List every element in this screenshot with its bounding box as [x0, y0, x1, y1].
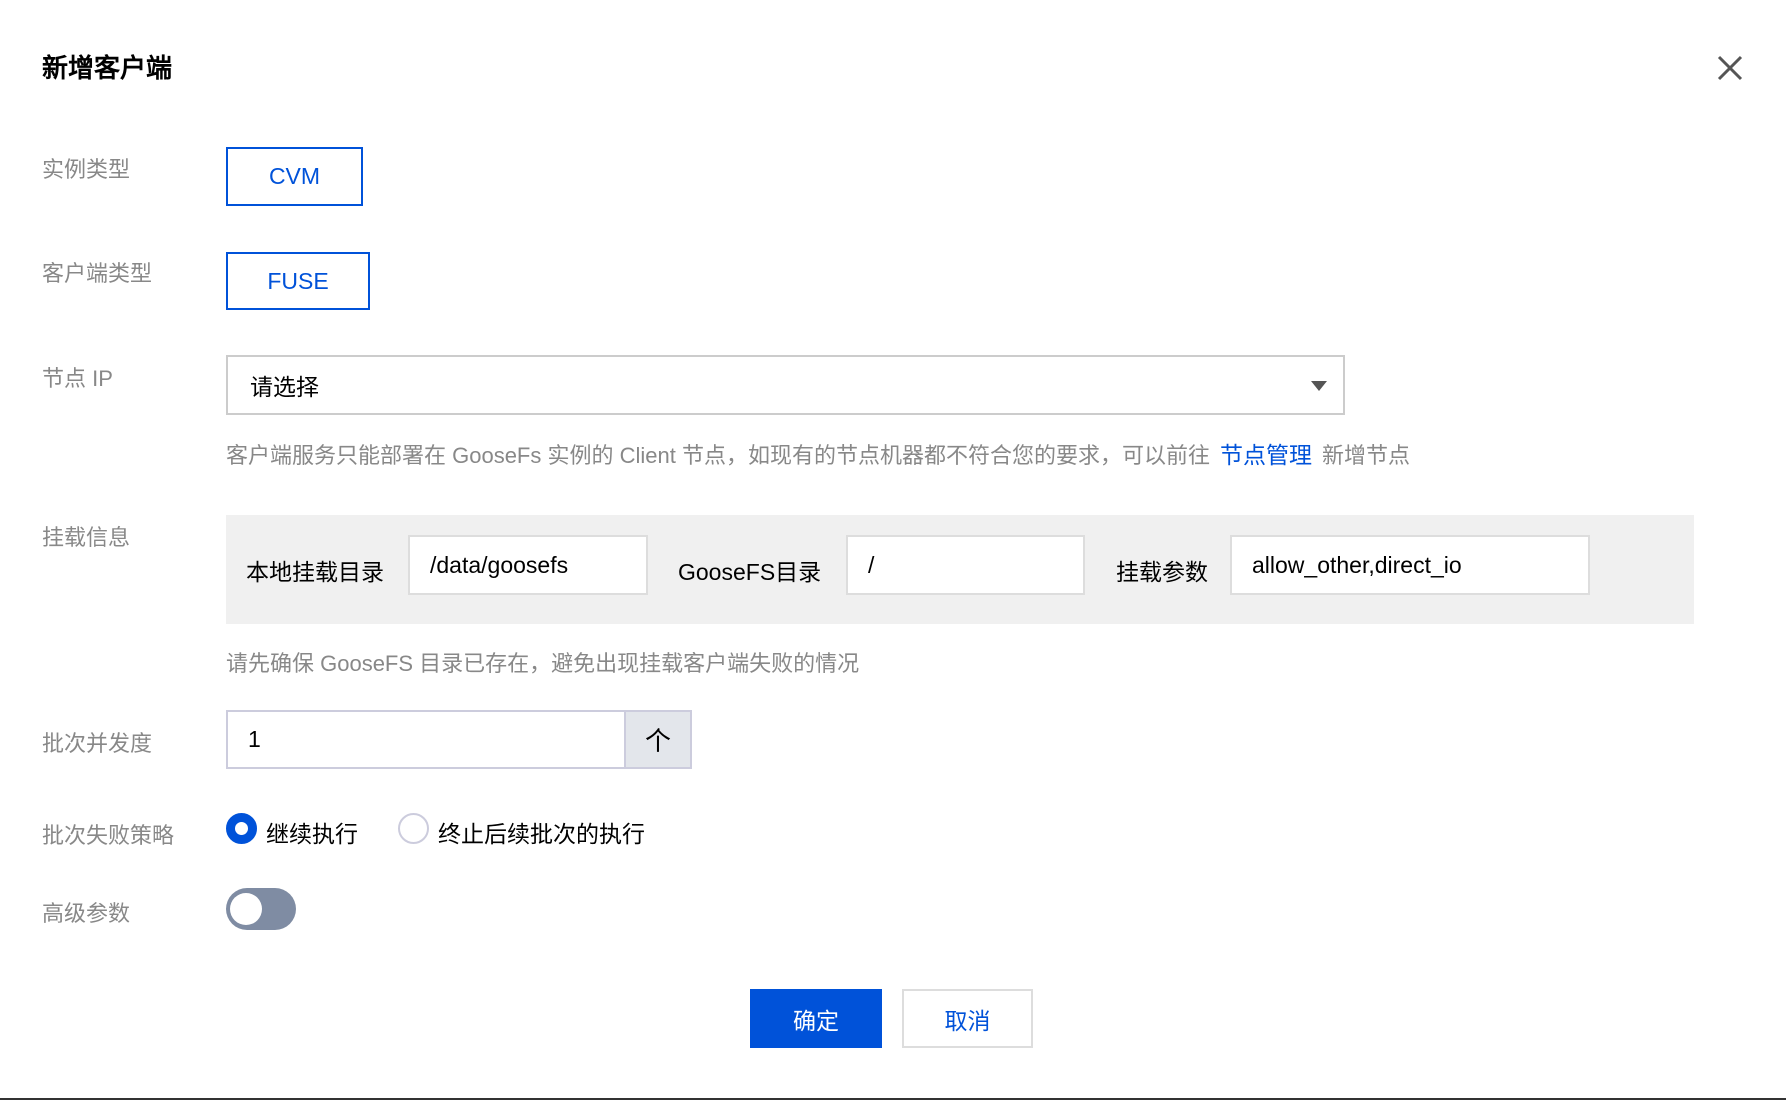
goosefs-dir-label: GooseFS目录 — [678, 559, 822, 585]
cancel-button[interactable]: 取消 — [902, 989, 1033, 1048]
concurrency-stepper: 1 个 — [226, 710, 692, 769]
mount-info-panel: 本地挂载目录 /data/goosefs GooseFS目录 / 挂载参数 al… — [226, 515, 1694, 624]
instance-type-label: 实例类型 — [42, 157, 131, 182]
advanced-params-label: 高级参数 — [42, 901, 131, 926]
confirm-button[interactable]: 确定 — [750, 989, 882, 1048]
toggle-knob — [230, 893, 262, 925]
node-ip-select[interactable]: 请选择 — [226, 355, 1345, 415]
instance-type-cvm-button[interactable]: CVM — [226, 147, 363, 206]
advanced-params-toggle[interactable] — [226, 888, 296, 930]
concurrency-input[interactable]: 1 — [228, 712, 624, 767]
local-dir-label: 本地挂载目录 — [246, 559, 384, 585]
close-icon[interactable] — [1712, 50, 1748, 86]
node-management-link[interactable]: 节点管理 — [1220, 442, 1312, 468]
mount-params-input[interactable]: allow_other,direct_io — [1230, 535, 1590, 595]
node-ip-hint: 客户端服务只能部署在 GooseFs 实例的 Client 节点，如现有的节点机… — [226, 436, 1410, 470]
radio-continue-label[interactable]: 继续执行 — [266, 815, 358, 849]
client-type-fuse-button[interactable]: FUSE — [226, 252, 370, 310]
mount-params-label: 挂载参数 — [1116, 559, 1208, 585]
node-ip-label: 节点 IP — [42, 366, 113, 391]
radio-stop-subsequent[interactable] — [398, 813, 429, 844]
local-dir-input[interactable]: /data/goosefs — [408, 535, 648, 595]
node-ip-hint-suffix: 新增节点 — [1321, 443, 1410, 468]
dialog-title: 新增客户端 — [42, 53, 173, 83]
concurrency-label: 批次并发度 — [42, 731, 153, 756]
increment-button[interactable]: 个 — [624, 712, 690, 767]
failure-policy-label: 批次失败策略 — [42, 823, 175, 848]
mount-info-label: 挂载信息 — [42, 525, 131, 550]
radio-continue[interactable] — [226, 813, 257, 844]
client-type-label: 客户端类型 — [42, 261, 153, 286]
goosefs-dir-input[interactable]: / — [846, 535, 1085, 595]
chevron-down-icon — [1311, 381, 1327, 391]
node-ip-placeholder: 请选择 — [250, 374, 319, 400]
node-ip-hint-text: 客户端服务只能部署在 GooseFs 实例的 Client 节点，如现有的节点机… — [226, 443, 1210, 468]
radio-stop-subsequent-label[interactable]: 终止后续批次的执行 — [438, 815, 645, 849]
mount-hint: 请先确保 GooseFS 目录已存在，避免出现挂载客户端失败的情况 — [226, 651, 860, 676]
